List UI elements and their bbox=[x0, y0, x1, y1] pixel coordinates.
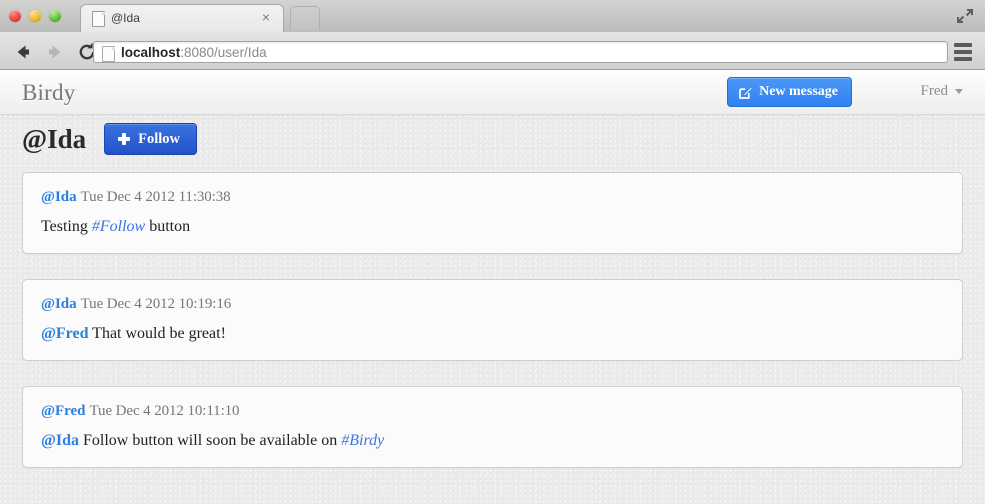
message-text-post: button bbox=[145, 218, 191, 235]
message-meta: @Fred Tue Dec 4 2012 10:11:10 bbox=[41, 401, 944, 421]
message-author-link[interactable]: @Ida bbox=[41, 296, 77, 312]
message-timestamp: Tue Dec 4 2012 11:30:38 bbox=[80, 189, 231, 205]
new-tab-button[interactable] bbox=[290, 6, 320, 30]
message-body: @Ida Follow button will soon be availabl… bbox=[41, 430, 944, 451]
follow-button[interactable]: Follow bbox=[104, 123, 198, 155]
mention-link[interactable]: @Fred bbox=[41, 325, 88, 342]
site-brand[interactable]: Birdy bbox=[22, 80, 75, 106]
follow-button-label: Follow bbox=[138, 130, 181, 147]
hamburger-menu-icon[interactable] bbox=[952, 42, 974, 62]
profile-header: @Ida Follow bbox=[22, 123, 198, 155]
message-timestamp: Tue Dec 4 2012 10:11:10 bbox=[89, 403, 240, 419]
chevron-down-icon bbox=[955, 89, 963, 94]
forward-button bbox=[44, 41, 66, 63]
close-window-button[interactable] bbox=[9, 10, 21, 22]
address-bar-text: localhost:8080/user/Ida bbox=[121, 45, 267, 61]
browser-window: @Ida × localhost:8080/user/Ida Birdy New… bbox=[0, 0, 985, 504]
page-viewport: Birdy New message Fred @Ida Follow @Ida … bbox=[0, 70, 985, 504]
message-meta: @Ida Tue Dec 4 2012 10:19:16 bbox=[41, 294, 944, 314]
new-message-button[interactable]: New message bbox=[727, 77, 852, 107]
tab-title: @Ida bbox=[111, 11, 140, 25]
plus-icon bbox=[118, 133, 131, 145]
message-body: @Fred That would be great! bbox=[41, 323, 944, 344]
message-text-pre: Testing bbox=[41, 218, 92, 235]
message-card: @Ida Tue Dec 4 2012 10:19:16 @Fred That w… bbox=[22, 279, 963, 361]
back-button[interactable] bbox=[12, 41, 34, 63]
message-author-link[interactable]: @Ida bbox=[41, 189, 77, 205]
message-body: Testing #Follow button bbox=[41, 216, 944, 237]
page-title: @Ida bbox=[22, 123, 87, 154]
maximize-window-button[interactable] bbox=[49, 10, 61, 22]
user-menu[interactable]: Fred bbox=[920, 83, 963, 100]
site-navbar: Birdy New message Fred bbox=[0, 70, 985, 115]
url-path: :8080/user/Ida bbox=[180, 45, 267, 60]
new-message-label: New message bbox=[759, 84, 838, 99]
message-list: @Ida Tue Dec 4 2012 11:30:38 Testing #Fol… bbox=[22, 172, 963, 493]
tab-strip: @Ida × bbox=[0, 0, 985, 33]
url-host: localhost bbox=[121, 45, 181, 60]
browser-tab[interactable]: @Ida × bbox=[80, 4, 284, 32]
close-tab-icon[interactable]: × bbox=[259, 10, 273, 24]
message-author-link[interactable]: @Fred bbox=[41, 403, 86, 419]
message-text-post: That would be great! bbox=[88, 325, 226, 342]
fullscreen-icon[interactable] bbox=[955, 7, 975, 25]
message-timestamp: Tue Dec 4 2012 10:19:16 bbox=[80, 296, 232, 312]
page-favicon-icon bbox=[92, 11, 105, 27]
hashtag-link[interactable]: #Birdy bbox=[341, 432, 384, 449]
user-menu-label: Fred bbox=[920, 83, 949, 99]
compose-pencil-icon bbox=[739, 86, 752, 99]
message-meta: @Ida Tue Dec 4 2012 11:30:38 bbox=[41, 187, 944, 207]
page-info-icon bbox=[102, 46, 115, 62]
browser-chrome: @Ida × localhost:8080/user/Ida bbox=[0, 0, 985, 70]
mention-link[interactable]: @Ida bbox=[41, 432, 79, 449]
minimize-window-button[interactable] bbox=[29, 10, 41, 22]
message-card: @Ida Tue Dec 4 2012 11:30:38 Testing #Fol… bbox=[22, 172, 963, 254]
message-text-post: Follow button will soon be available on bbox=[79, 432, 342, 449]
message-card: @Fred Tue Dec 4 2012 10:11:10 @Ida Follow… bbox=[22, 386, 963, 468]
address-bar[interactable]: localhost:8080/user/Ida bbox=[93, 41, 948, 63]
window-controls bbox=[9, 10, 61, 22]
hashtag-link[interactable]: #Follow bbox=[92, 218, 145, 235]
